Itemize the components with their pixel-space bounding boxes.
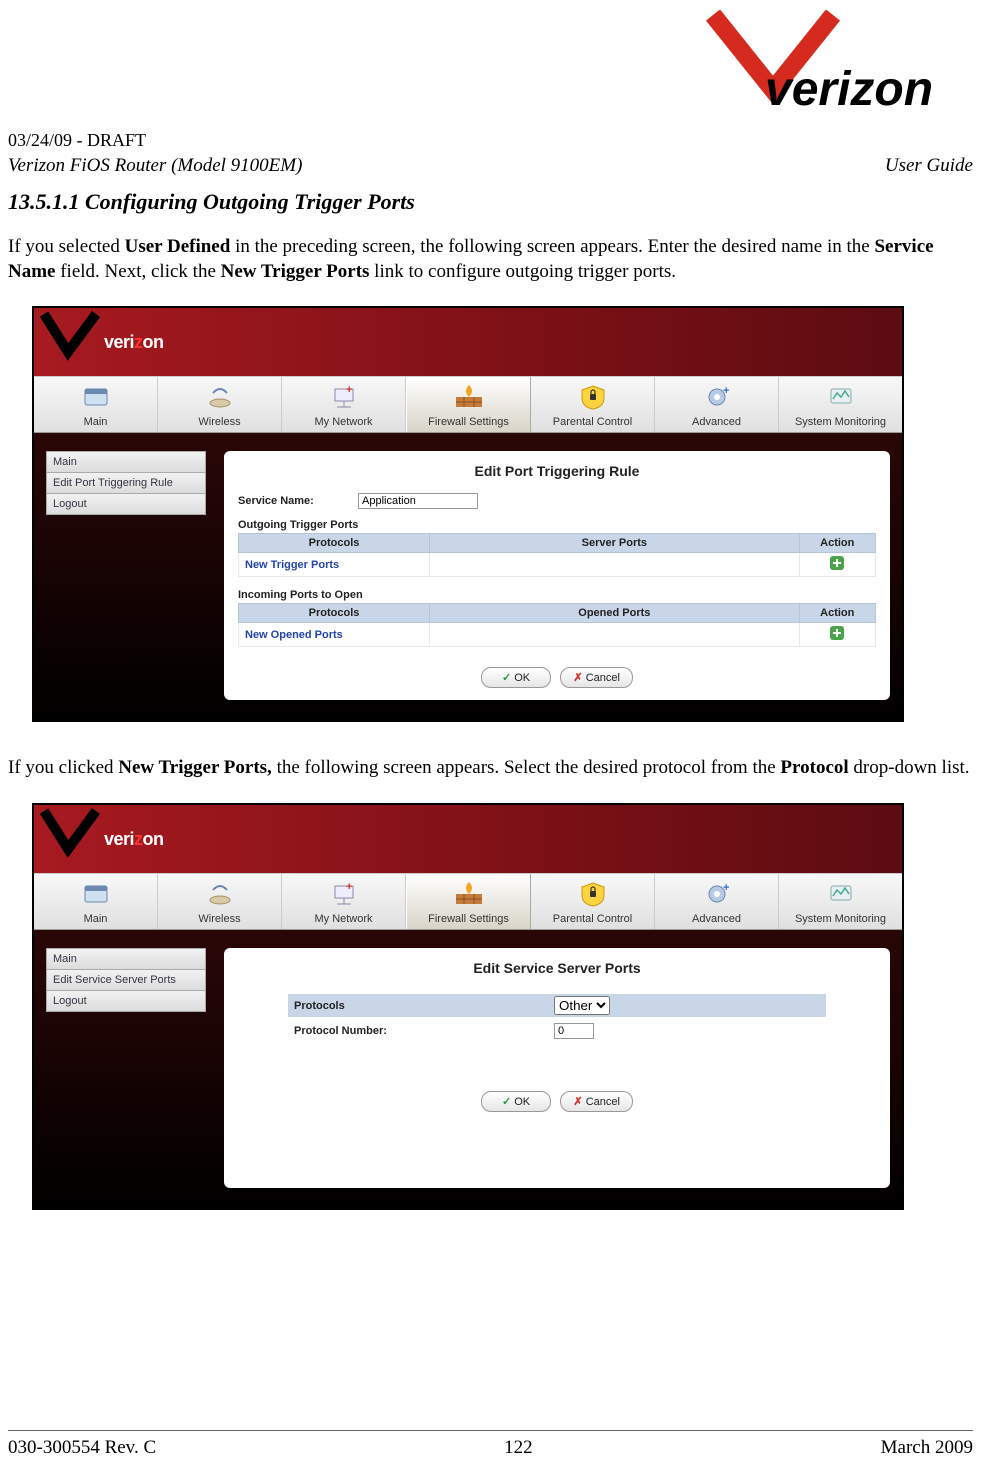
nav-parental[interactable]: Parental Control [531, 377, 655, 432]
nav-firewall[interactable]: Firewall Settings [406, 377, 531, 432]
service-name-label: Service Name: [238, 495, 358, 507]
panel-title: Edit Service Server Ports [238, 960, 876, 976]
svg-text:+: + [723, 385, 729, 397]
firewall-icon [452, 880, 486, 908]
verizon-wordmark: verizon [104, 332, 164, 353]
nav-my-network[interactable]: + My Network [282, 874, 406, 929]
monitoring-icon [824, 880, 858, 908]
add-icon[interactable] [830, 626, 844, 640]
screenshot-2: verizon Main Wireless + My Network Firew… [32, 803, 904, 1210]
nav-system[interactable]: System Monitoring [779, 377, 902, 432]
paragraph-1: If you selected User Defined in the prec… [8, 235, 973, 284]
product-name: Verizon FiOS Router (Model 9100EM) [8, 155, 302, 177]
sidebar-item-main[interactable]: Main [46, 948, 206, 970]
protocol-number-label: Protocol Number: [294, 1025, 554, 1037]
col-action: Action [799, 534, 875, 553]
col-opened-ports: Opened Ports [430, 604, 799, 623]
page-header: verizon [8, 10, 973, 130]
sidebar: Main Edit Port Triggering Rule Logout [46, 451, 206, 700]
footer-right: March 2009 [881, 1437, 973, 1459]
page-footer: 030-300554 Rev. C 122 March 2009 [8, 1430, 973, 1459]
nav-main[interactable]: Main [34, 874, 158, 929]
paragraph-2: If you clicked New Trigger Ports, the fo… [8, 756, 973, 781]
doc-type: User Guide [885, 155, 973, 177]
nav-firewall[interactable]: Firewall Settings [406, 874, 531, 929]
svg-text:verizon: verizon [765, 63, 933, 115]
advanced-icon: + [700, 383, 734, 411]
advanced-icon: + [700, 880, 734, 908]
footer-left: 030-300554 Rev. C [8, 1437, 156, 1459]
sidebar-item-edit-rule[interactable]: Edit Port Triggering Rule [46, 472, 206, 494]
panel-edit-port-triggering: Edit Port Triggering Rule Service Name: … [224, 451, 890, 700]
panel-title: Edit Port Triggering Rule [238, 463, 876, 479]
section-heading: 13.5.1.1 Configuring Outgoing Trigger Po… [8, 189, 973, 215]
parental-icon [576, 383, 610, 411]
panel-edit-server-ports: Edit Service Server Ports Protocols Othe… [224, 948, 890, 1188]
wireless-icon [203, 383, 237, 411]
outgoing-table: Protocols Server Ports Action New Trigge… [238, 533, 876, 577]
ok-button[interactable]: ✓ OK [481, 667, 551, 688]
verizon-wordmark: verizon [104, 829, 164, 850]
nav-my-network[interactable]: + My Network [282, 377, 406, 432]
protocol-number-input[interactable] [554, 1023, 594, 1039]
firewall-icon [452, 383, 486, 411]
top-nav: Main Wireless + My Network Firewall Sett… [34, 873, 902, 930]
nav-parental[interactable]: Parental Control [531, 874, 655, 929]
sidebar-item-edit-server-ports[interactable]: Edit Service Server Ports [46, 969, 206, 991]
wireless-icon [203, 880, 237, 908]
incoming-table: Protocols Opened Ports Action New Opened… [238, 603, 876, 647]
new-opened-ports-link[interactable]: New Opened Ports [239, 623, 430, 647]
sidebar-item-logout[interactable]: Logout [46, 990, 206, 1012]
add-icon[interactable] [830, 556, 844, 570]
nav-main[interactable]: Main [34, 377, 158, 432]
nav-advanced[interactable]: + Advanced [655, 377, 779, 432]
svg-text:+: + [346, 384, 352, 396]
svg-text:+: + [723, 882, 729, 894]
draft-label: 03/24/09 - DRAFT [8, 130, 973, 151]
col-protocols: Protocols [239, 534, 430, 553]
col-protocols: Protocols [239, 604, 430, 623]
parental-icon [576, 880, 610, 908]
cancel-button[interactable]: ✗ Cancel [560, 667, 633, 688]
incoming-header: Incoming Ports to Open [238, 589, 876, 601]
main-icon [79, 383, 113, 411]
top-nav: Main Wireless + My Network Firewall Sett… [34, 376, 902, 433]
verizon-check-icon [40, 310, 100, 362]
outgoing-header: Outgoing Trigger Ports [238, 519, 876, 531]
new-trigger-ports-link[interactable]: New Trigger Ports [239, 553, 430, 577]
svg-text:+: + [346, 881, 352, 893]
main-icon [79, 880, 113, 908]
col-action: Action [799, 604, 875, 623]
verizon-check-icon [40, 807, 100, 859]
monitoring-icon [824, 383, 858, 411]
verizon-logo: verizon [703, 10, 973, 115]
protocols-label: Protocols [294, 1000, 554, 1012]
screenshot-1: verizon Main Wireless + My Network Firew… [32, 306, 904, 722]
nav-wireless[interactable]: Wireless [158, 874, 282, 929]
ok-button[interactable]: ✓ OK [481, 1091, 551, 1112]
network-icon: + [327, 880, 361, 908]
service-name-input[interactable] [358, 493, 478, 509]
sidebar: Main Edit Service Server Ports Logout [46, 948, 206, 1188]
nav-advanced[interactable]: + Advanced [655, 874, 779, 929]
protocol-select[interactable]: Other [554, 996, 610, 1015]
sidebar-item-main[interactable]: Main [46, 451, 206, 473]
network-icon: + [327, 383, 361, 411]
footer-page: 122 [504, 1437, 533, 1459]
nav-system[interactable]: System Monitoring [779, 874, 902, 929]
cancel-button[interactable]: ✗ Cancel [560, 1091, 633, 1112]
nav-wireless[interactable]: Wireless [158, 377, 282, 432]
col-server-ports: Server Ports [430, 534, 799, 553]
sidebar-item-logout[interactable]: Logout [46, 493, 206, 515]
